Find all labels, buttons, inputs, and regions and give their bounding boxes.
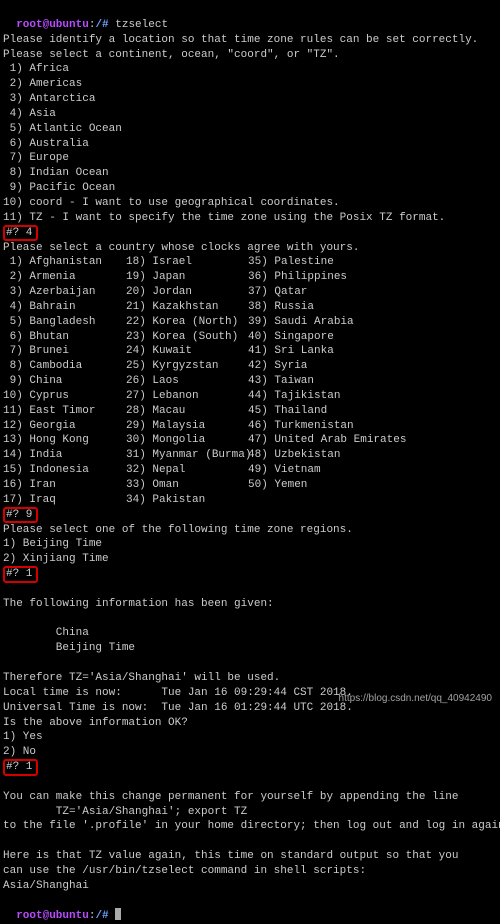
- user-input-highlight: #? 1: [3, 760, 497, 775]
- menu-item: 10) coord - I want to use geographical c…: [3, 196, 497, 211]
- menu-item: 2) No: [3, 745, 497, 760]
- user-input-highlight: #? 4: [3, 226, 497, 241]
- output-text: China: [3, 626, 497, 641]
- table-row: 16) Iran33) Oman50) Yemen: [3, 478, 497, 493]
- output-text: You can make this change permanent for y…: [3, 790, 497, 805]
- cursor-icon: [115, 908, 121, 920]
- user-input-highlight: #? 9: [3, 508, 497, 523]
- table-row: 7) Brunei24) Kuwait41) Sri Lanka: [3, 344, 497, 359]
- output-text: TZ='Asia/Shanghai'; export TZ: [3, 805, 497, 820]
- highlight-box: #? 9: [3, 507, 38, 524]
- output-text: The following information has been given…: [3, 597, 497, 612]
- output-text: to the file '.profile' in your home dire…: [3, 819, 497, 834]
- user-input-highlight: #? 1: [3, 567, 497, 582]
- table-row: 2) Armenia19) Japan36) Philippines: [3, 270, 497, 285]
- highlight-box: #? 1: [3, 566, 38, 583]
- terminal-line: root@ubuntu:/# tzselect: [3, 3, 497, 33]
- menu-item: 1) Yes: [3, 730, 497, 745]
- table-row: 1) Afghanistan18) Israel35) Palestine: [3, 255, 497, 270]
- output-text: Is the above information OK?: [3, 716, 497, 731]
- table-row: 9) China26) Laos43) Taiwan: [3, 374, 497, 389]
- table-row: 17) Iraq34) Pakistan: [3, 493, 497, 508]
- menu-item: 9) Pacific Ocean: [3, 181, 497, 196]
- output-text: Please select a country whose clocks agr…: [3, 241, 497, 256]
- menu-item: 3) Antarctica: [3, 92, 497, 107]
- terminal-prompt[interactable]: root@ubuntu:/#: [3, 894, 497, 924]
- menu-item: 1) Africa: [3, 62, 497, 77]
- menu-item: 6) Australia: [3, 137, 497, 152]
- highlight-box: #? 1: [3, 759, 38, 776]
- country-table: 1) Afghanistan18) Israel35) Palestine 2)…: [3, 255, 497, 507]
- menu-item: 8) Indian Ocean: [3, 166, 497, 181]
- menu-item: 4) Asia: [3, 107, 497, 122]
- prompt-path: /#: [95, 19, 108, 31]
- highlight-box: #? 4: [3, 225, 38, 242]
- output-text: Beijing Time: [3, 641, 497, 656]
- output-text: Asia/Shanghai: [3, 879, 497, 894]
- table-row: 12) Georgia29) Malaysia46) Turkmenistan: [3, 419, 497, 434]
- blank-line: [3, 612, 497, 627]
- command-text: tzselect: [109, 19, 168, 31]
- prompt-user-host: root@ubuntu: [16, 19, 89, 31]
- table-row: 10) Cyprus27) Lebanon44) Tajikistan: [3, 389, 497, 404]
- menu-item: 1) Beijing Time: [3, 537, 497, 552]
- watermark-text: https://blog.csdn.net/qq_40942490: [339, 692, 492, 706]
- prompt-colon: :: [89, 910, 96, 922]
- blank-line: [3, 582, 497, 597]
- output-text: Therefore TZ='Asia/Shanghai' will be use…: [3, 671, 497, 686]
- blank-line: [3, 775, 497, 790]
- table-row: 5) Bangladesh22) Korea (North)39) Saudi …: [3, 315, 497, 330]
- menu-item: 2) Xinjiang Time: [3, 552, 497, 567]
- table-row: 11) East Timor28) Macau45) Thailand: [3, 404, 497, 419]
- output-text: Please select a continent, ocean, "coord…: [3, 48, 497, 63]
- output-text: Please identify a location so that time …: [3, 33, 497, 48]
- prompt-space: [109, 910, 116, 922]
- table-row: 13) Hong Kong30) Mongolia47) United Arab…: [3, 433, 497, 448]
- table-row: 14) India31) Myanmar (Burma)48) Uzbekist…: [3, 448, 497, 463]
- output-text: Here is that TZ value again, this time o…: [3, 849, 497, 864]
- table-row: 3) Azerbaijan20) Jordan37) Qatar: [3, 285, 497, 300]
- table-row: 6) Bhutan23) Korea (South)40) Singapore: [3, 330, 497, 345]
- menu-item: 7) Europe: [3, 151, 497, 166]
- blank-line: [3, 834, 497, 849]
- menu-item: 5) Atlantic Ocean: [3, 122, 497, 137]
- table-row: 15) Indonesia32) Nepal49) Vietnam: [3, 463, 497, 478]
- output-text: Please select one of the following time …: [3, 523, 497, 538]
- menu-item: 11) TZ - I want to specify the time zone…: [3, 211, 497, 226]
- table-row: 4) Bahrain21) Kazakhstan38) Russia: [3, 300, 497, 315]
- blank-line: [3, 656, 497, 671]
- prompt-path: /#: [95, 910, 108, 922]
- table-row: 8) Cambodia25) Kyrgyzstan42) Syria: [3, 359, 497, 374]
- menu-item: 2) Americas: [3, 77, 497, 92]
- prompt-user-host: root@ubuntu: [16, 910, 89, 922]
- output-text: can use the /usr/bin/tzselect command in…: [3, 864, 497, 879]
